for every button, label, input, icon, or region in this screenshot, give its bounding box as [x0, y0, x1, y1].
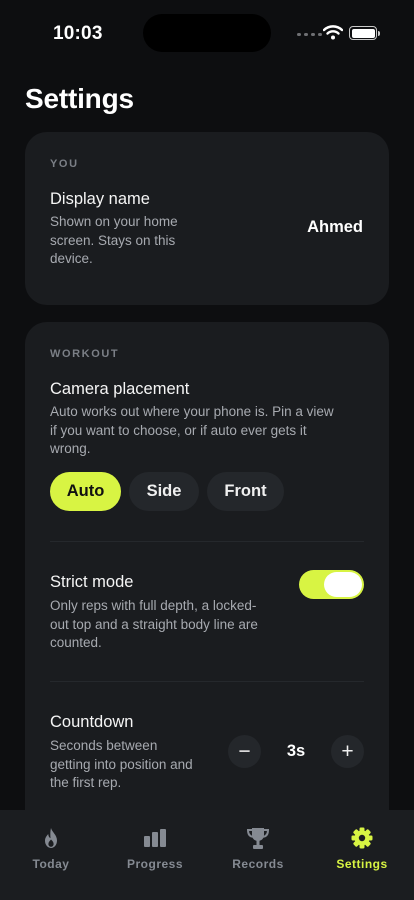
tab-label: Records [232, 857, 284, 871]
countdown-value: 3s [286, 742, 306, 760]
countdown-decrease-button[interactable]: − [228, 735, 261, 768]
status-time: 10:03 [53, 23, 103, 44]
flame-icon [41, 826, 61, 850]
camera-option-front[interactable]: Front [207, 472, 284, 511]
section-label-you: YOU [50, 158, 79, 170]
section-label-workout: WORKOUT [50, 348, 120, 360]
tab-label: Progress [126, 857, 184, 871]
countdown-description: Seconds between getting into position an… [50, 738, 193, 790]
battery-icon [349, 26, 380, 40]
cellular-signal-icon [297, 33, 322, 36]
countdown-increase-button[interactable]: + [331, 735, 364, 768]
toggle-knob [324, 572, 362, 597]
tab-records[interactable]: Records [213, 810, 303, 880]
status-bar: 10:03 [0, 0, 414, 66]
countdown-title: Countdown [50, 713, 134, 731]
settings-screen: 10:03 Settings YOU Display name Shown on… [0, 0, 414, 900]
divider [50, 681, 364, 682]
tab-label: Settings [336, 857, 388, 871]
you-card: YOU Display name Shown on your home scre… [25, 132, 389, 305]
camera-placement-description: Auto works out where your phone is. Pin … [50, 404, 334, 456]
trophy-icon [246, 826, 270, 850]
tab-bar: Today Progress Records Settings [0, 810, 414, 900]
divider [50, 541, 364, 542]
tab-progress[interactable]: Progress [110, 810, 200, 880]
dynamic-island [143, 14, 271, 52]
camera-option-side[interactable]: Side [129, 472, 199, 511]
tab-settings[interactable]: Settings [317, 810, 407, 880]
tab-label: Today [32, 857, 70, 871]
strict-mode-title: Strict mode [50, 573, 134, 591]
camera-option-auto[interactable]: Auto [50, 472, 121, 511]
strict-mode-description: Only reps with full depth, a locked- out… [50, 598, 258, 650]
tab-today[interactable]: Today [6, 810, 96, 880]
strict-mode-toggle[interactable] [299, 570, 364, 599]
display-name-title: Display name [50, 190, 150, 208]
camera-placement-title: Camera placement [50, 380, 190, 398]
display-name-value[interactable]: Ahmed [307, 218, 363, 237]
bar-chart-icon [143, 826, 167, 850]
display-name-description: Shown on your home screen. Stays on this… [50, 214, 178, 266]
workout-card: WORKOUT Camera placement Auto works out … [25, 322, 389, 842]
page-title: Settings [25, 83, 134, 114]
wifi-icon [323, 25, 343, 40]
gear-icon [351, 826, 373, 850]
